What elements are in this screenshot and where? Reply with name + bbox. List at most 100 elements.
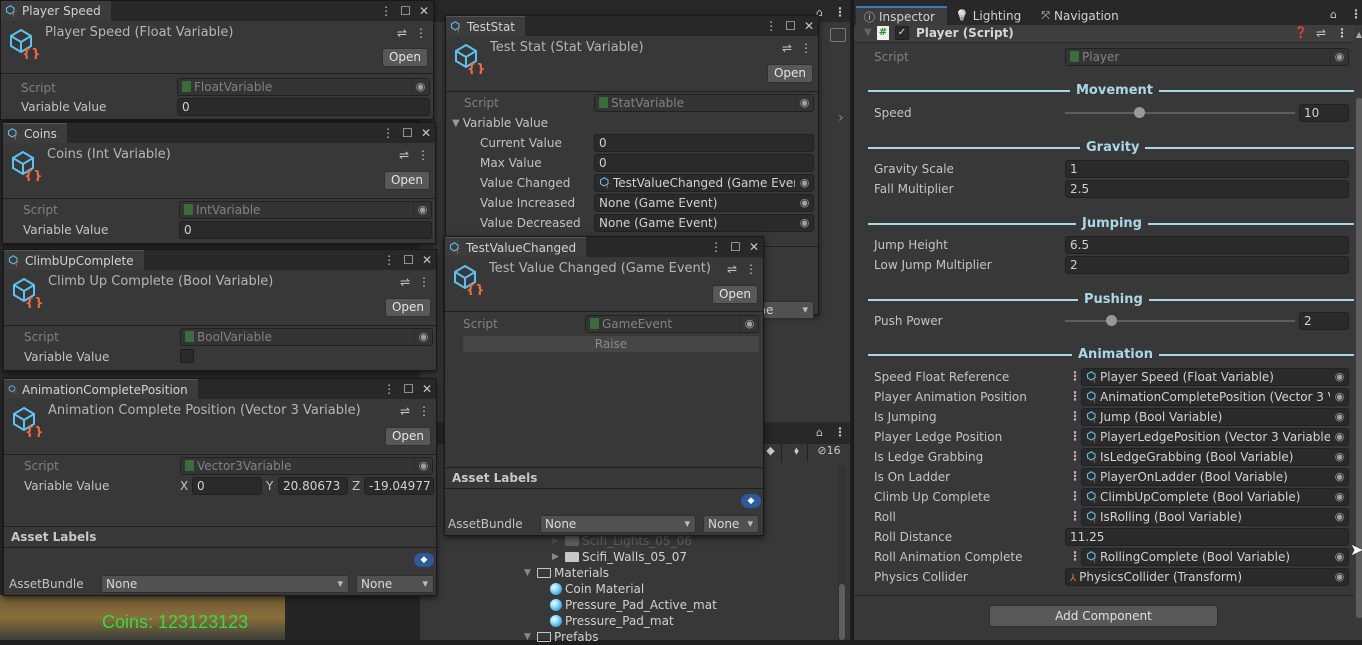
object-picker-icon[interactable]: ◉ (1330, 49, 1348, 65)
object-picker-icon[interactable]: ◉ (414, 458, 432, 474)
object-picker-icon[interactable]: ◉ (795, 95, 813, 111)
window-menu-icon[interactable]: ⋮ (380, 3, 392, 19)
animation-reference-field[interactable]: {}AnimationCompletePosition (Vector 3 Va… (1081, 388, 1349, 406)
tag-icon[interactable]: ◆ (741, 494, 761, 508)
maximize-icon[interactable]: ☐ (403, 381, 414, 397)
player-speed-tab[interactable]: {} Player Speed (1, 1, 111, 21)
stat-object-field[interactable]: {}TestValueChanged (Game Event)◉ (594, 174, 814, 192)
animation-reference-field[interactable]: {}IsRolling (Bool Variable) ◉ (1081, 508, 1349, 526)
tab-navigation[interactable]: ⤧ Navigation (1033, 6, 1131, 25)
object-picker-icon[interactable]: ◉ (1330, 509, 1348, 525)
inspector-lock-icon[interactable]: ⌂ (1330, 8, 1337, 21)
speed-slider-knob[interactable] (1133, 107, 1145, 118)
reference-menu-icon[interactable]: ⋮ (1069, 549, 1081, 563)
reference-menu-icon[interactable]: ⋮ (1069, 409, 1081, 423)
y-input[interactable]: 20.80673 (278, 477, 348, 495)
presets-icon[interactable]: ⇌ (400, 275, 410, 289)
close-icon[interactable]: ✕ (749, 239, 759, 255)
close-icon[interactable]: ✕ (422, 252, 432, 268)
speed-slider-track[interactable] (1065, 112, 1295, 114)
object-picker-icon[interactable]: ◉ (1330, 369, 1348, 385)
project-menu-icon[interactable]: ⋮ (834, 425, 846, 439)
context-menu-icon[interactable]: ⋮ (418, 404, 430, 418)
object-picker-icon[interactable]: ◉ (1330, 569, 1348, 585)
presets-icon[interactable]: ⇌ (400, 404, 410, 418)
animation-reference-field[interactable]: {}PlayerOnLadder (Bool Variable) ◉ (1081, 468, 1349, 486)
object-picker-icon[interactable]: ◉ (1330, 429, 1348, 445)
animation-reference-field[interactable]: {}RollingComplete (Bool Variable) ◉ (1081, 548, 1349, 566)
close-icon[interactable]: ✕ (421, 125, 431, 141)
push-power-slider-knob[interactable] (1106, 315, 1117, 326)
stat-object-field[interactable]: None (Game Event) ◉ (594, 194, 814, 212)
filter-by-label-icon[interactable]: ⬧ (786, 444, 808, 462)
assetbundle-variant-dropdown[interactable]: None (703, 515, 759, 533)
context-menu-icon[interactable]: ⋮ (418, 275, 430, 289)
animation-reference-field[interactable]: {}Player Speed (Float Variable) ◉ (1081, 368, 1349, 386)
context-menu-icon[interactable]: ⋮ (800, 41, 812, 55)
x-input[interactable]: 0 (192, 477, 262, 495)
window-menu-icon[interactable]: ⋮ (710, 239, 722, 255)
window-menu-icon[interactable]: ⋮ (383, 252, 395, 268)
climb-up-complete-tab[interactable]: {} ClimbUpComplete (4, 250, 144, 270)
help-icon[interactable]: ❓ (1294, 26, 1308, 39)
coins-tab[interactable]: {} Coins (3, 123, 67, 143)
z-input[interactable]: -19.04977 (364, 477, 434, 495)
variable-value-foldout[interactable]: ▼ Variable Value (452, 114, 548, 132)
object-picker-icon[interactable]: ◉ (411, 79, 429, 95)
object-picker-icon[interactable]: ◉ (795, 195, 813, 211)
object-picker-icon[interactable]: ◉ (1330, 469, 1348, 485)
project-tree-item[interactable]: Coin Material (550, 581, 644, 597)
object-picker-icon[interactable]: ◉ (795, 215, 813, 231)
push-power-input[interactable]: 2 (1299, 312, 1349, 330)
raise-button[interactable]: Raise (463, 336, 759, 352)
object-picker-icon[interactable]: ◉ (1330, 489, 1348, 505)
animation-reference-field[interactable]: {}IsLedgeGrabbing (Bool Variable) ◉ (1081, 448, 1349, 466)
reference-menu-icon[interactable]: ⋮ (1069, 449, 1081, 463)
animation-reference-field[interactable]: {}ClimbUpComplete (Bool Variable) ◉ (1081, 488, 1349, 506)
reference-menu-icon[interactable]: ⋮ (1069, 369, 1081, 383)
animation-reference-field[interactable]: ⅄ PhysicsCollider (Transform) ◉ (1065, 568, 1349, 586)
low-jump-multiplier-input[interactable]: 2 (1065, 256, 1349, 274)
foldout-arrow-icon[interactable]: ▼ (524, 568, 534, 578)
context-menu-icon[interactable]: ⋮ (415, 26, 427, 40)
speed-input[interactable]: 10 (1299, 104, 1349, 122)
stat-object-field[interactable]: None (Game Event) ◉ (594, 214, 814, 232)
project-tree-item[interactable]: ▼ Prefabs (524, 629, 599, 645)
presets-icon[interactable]: ⇌ (727, 262, 737, 276)
object-picker-icon[interactable]: ◉ (795, 175, 813, 191)
hierarchy-menu-icon[interactable]: ⋮ (834, 5, 846, 19)
variable-value-checkbox[interactable] (180, 349, 194, 363)
open-button[interactable]: Open (384, 298, 431, 317)
push-power-slider-track[interactable] (1065, 320, 1295, 322)
hidden-packages-icon[interactable]: ⊘16 (812, 444, 846, 462)
reference-menu-icon[interactable]: ⋮ (1069, 469, 1081, 483)
open-button[interactable]: Open (384, 427, 431, 446)
presets-icon[interactable]: ⇌ (399, 148, 409, 162)
maximize-icon[interactable]: ☐ (402, 125, 413, 141)
open-button[interactable]: Open (766, 64, 813, 83)
animation-complete-position-tab[interactable]: {} AnimationCompletePosition (4, 379, 198, 399)
close-icon[interactable]: ✕ (422, 381, 432, 397)
maximize-icon[interactable]: ☐ (400, 3, 411, 19)
object-picker-icon[interactable]: ◉ (1330, 549, 1348, 565)
project-tree-item[interactable]: Pressure_Pad_Active_mat (550, 597, 717, 613)
reference-menu-icon[interactable]: ⋮ (1069, 489, 1081, 503)
project-lock-icon[interactable]: ⌂ (816, 426, 823, 439)
animation-reference-field[interactable]: {}Jump (Bool Variable) ◉ (1081, 408, 1349, 426)
foldout-arrow-icon[interactable]: ▶ (552, 536, 562, 546)
presets-icon[interactable]: ⇌ (1316, 26, 1326, 40)
variable-value-input[interactable]: 0 (179, 221, 432, 239)
project-tree-item[interactable]: ▶ Scifi_Walls_05_07 (552, 549, 687, 565)
test-stat-tab[interactable]: {} TestStat (446, 16, 526, 36)
assetbundle-variant-dropdown[interactable]: None (356, 575, 434, 593)
foldout-arrow-icon[interactable]: ▶ (552, 552, 562, 562)
close-icon[interactable]: ✕ (419, 3, 429, 19)
animation-number-input[interactable]: 11.25 (1065, 528, 1349, 546)
animation-reference-field[interactable]: {}PlayerLedgePosition (Vector 3 Variable… (1081, 428, 1349, 446)
test-value-changed-tab[interactable]: {} TestValueChanged (445, 237, 587, 257)
project-tree-item[interactable]: Pressure_Pad_mat (550, 613, 674, 629)
close-icon[interactable]: ✕ (804, 18, 814, 34)
chevron-right-icon[interactable]: › (838, 110, 844, 126)
object-picker-icon[interactable]: ◉ (1330, 389, 1348, 405)
open-button[interactable]: Open (383, 171, 430, 190)
